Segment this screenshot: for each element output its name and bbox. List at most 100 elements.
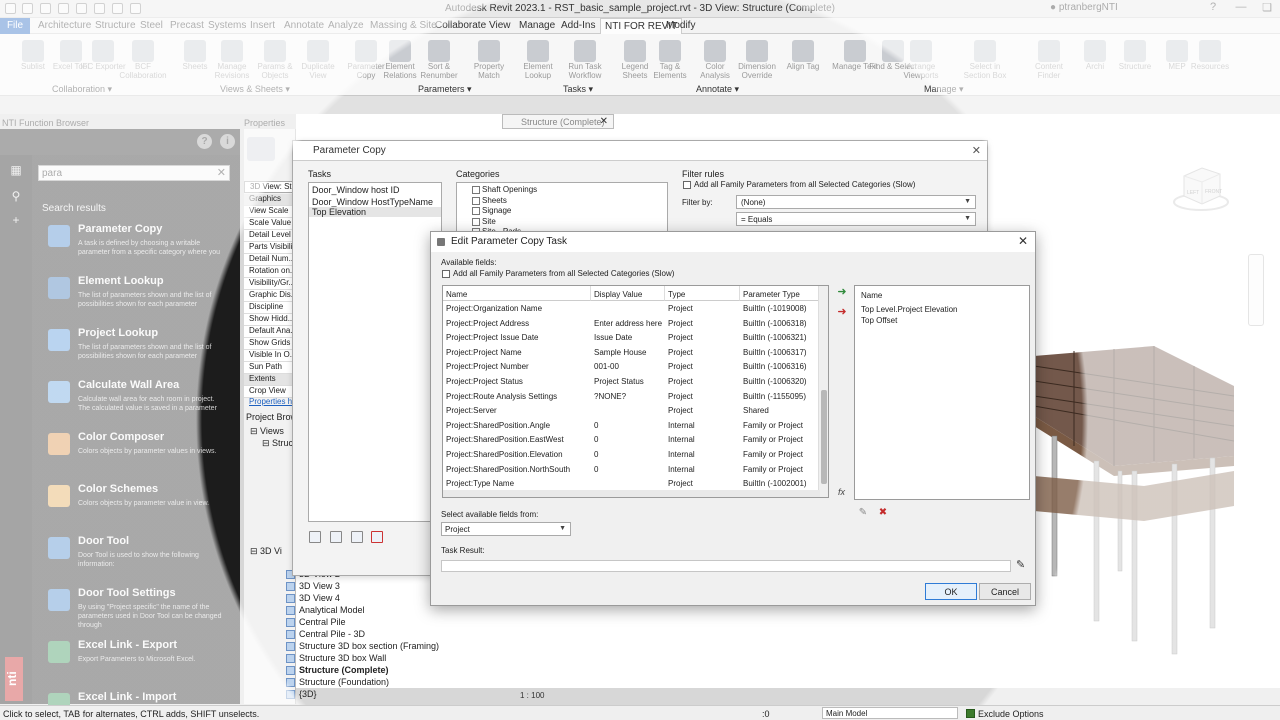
table-row[interactable]: Project:SharedPosition.NorthSouth 0 Intern… (443, 463, 818, 478)
project-browser-view-item[interactable]: 3D View 3 (299, 581, 340, 591)
category-checkbox[interactable] (472, 196, 480, 205)
ribbon-button-icon[interactable] (355, 40, 377, 62)
property-row[interactable]: Rotation on... (244, 266, 296, 278)
property-row[interactable]: Sun Path (244, 362, 296, 374)
ribbon-button-label[interactable]: Resources (1185, 62, 1235, 71)
tasks-list[interactable]: Door_Window host ID Door_Window HostType… (308, 182, 442, 522)
ribbon-button-label[interactable]: Tag & Elements (645, 62, 695, 80)
ribbon-button-icon[interactable] (527, 40, 549, 62)
tab-steel[interactable]: Steel (140, 20, 163, 31)
tree-node-3d-views[interactable]: ⊟ 3D Vi (250, 546, 282, 557)
nti-function-item[interactable]: Calculate Wall Area Calculate wall area f… (44, 379, 234, 427)
add-all-checkbox[interactable] (683, 181, 691, 189)
new-task-icon[interactable] (309, 531, 321, 543)
table-row[interactable]: Project:Route Analysis Settings ?NONE? Pro… (443, 390, 818, 405)
category-checkbox[interactable] (472, 217, 480, 226)
filter-by-select[interactable]: (None) ▼ (736, 195, 976, 209)
tab-systems[interactable]: Systems (208, 20, 246, 31)
close-icon[interactable]: ✕ (972, 144, 981, 157)
list-item[interactable]: Door_Window HostTypeName (312, 197, 433, 207)
tab-manage[interactable]: Manage (519, 20, 555, 31)
table-row[interactable]: Project:Project Name Sample House Project B… (443, 346, 818, 361)
ribbon-group-label[interactable]: Annotate ▾ (696, 84, 739, 95)
property-row[interactable]: Visible In O... (244, 350, 296, 362)
table-row[interactable]: Project:SharedPosition.Elevation 0 Interna… (443, 448, 818, 463)
property-row[interactable]: Detail Level (244, 230, 296, 242)
table-row[interactable]: Project:SharedPosition.Angle 0 Internal Fam… (443, 419, 818, 434)
ribbon-button-label[interactable]: Property Match (464, 62, 514, 80)
property-group-header[interactable]: Graphics (244, 194, 296, 206)
navigation-bar[interactable] (1248, 254, 1264, 326)
ribbon-button-icon[interactable] (1199, 40, 1221, 62)
property-row[interactable]: Parts Visibili (244, 242, 296, 254)
property-row[interactable]: Visibility/Gr... (244, 278, 296, 290)
nti-function-item[interactable]: Parameter Copy A task is defined by choos… (44, 223, 234, 271)
property-group-header[interactable]: Extents (244, 374, 296, 386)
tab-modify[interactable]: Modify (666, 20, 695, 31)
column-header-display-value[interactable]: Display Value (591, 286, 665, 301)
edit-pencil-icon[interactable]: ✎ (857, 507, 869, 519)
ribbon-button-icon[interactable] (389, 40, 411, 62)
tab-structure[interactable]: Structure (95, 20, 136, 31)
maximize-button[interactable]: ❏ (1254, 1, 1280, 17)
ribbon-button-icon[interactable] (92, 40, 114, 62)
close-icon[interactable]: ✕ (600, 116, 608, 127)
structure-3d-model[interactable] (1034, 346, 1234, 686)
table-row[interactable]: Project:SharedPosition.EastWest 0 Internal… (443, 433, 818, 448)
project-browser-view-item[interactable]: Analytical Model (299, 605, 365, 615)
ribbon-button-label[interactable]: Align Tag (778, 62, 828, 71)
help-icon[interactable]: ? (1200, 1, 1226, 17)
clear-search-icon[interactable]: ✕ (217, 166, 226, 179)
property-row[interactable]: View Scale (244, 206, 296, 218)
fx-icon[interactable]: fx (838, 487, 845, 497)
table-row[interactable]: Project:Project Address Enter address her… (443, 317, 818, 332)
add-icon[interactable]: + (9, 213, 23, 227)
table-row[interactable]: Project:Project Issue Date Issue Date Proj… (443, 331, 818, 346)
close-icon[interactable]: ✕ (1018, 234, 1028, 248)
ribbon-button-label[interactable]: Element Lookup (513, 62, 563, 80)
copy-task-icon[interactable] (330, 531, 342, 543)
ribbon-button-label[interactable]: Run Task Workflow (560, 62, 610, 80)
file-tab[interactable]: File (0, 18, 30, 34)
ribbon-button-icon[interactable] (792, 40, 814, 62)
table-vertical-scrollbar[interactable] (818, 286, 828, 497)
cancel-button[interactable]: Cancel (979, 583, 1031, 600)
remove-field-arrow-icon[interactable]: ➜ (835, 307, 849, 318)
tab-analyze[interactable]: Analyze (328, 20, 364, 31)
property-row[interactable]: Show Hidd... (244, 314, 296, 326)
nti-function-item[interactable]: Color Schemes Colors objects by parameter… (44, 483, 234, 531)
search-icon[interactable]: ⚲ (9, 189, 23, 203)
project-browser-view-item[interactable]: Structure (Foundation) (299, 677, 389, 687)
ribbon-button-label[interactable]: Select in Section Box (960, 62, 1010, 80)
ribbon-button-label[interactable]: Content Finder (1024, 62, 1074, 80)
table-row[interactable]: Project:Server Project Shared (443, 404, 818, 419)
ribbon-button-icon[interactable] (60, 40, 82, 62)
categories-list[interactable]: Shaft Openings Sheets Signage Site Site - Pa… (456, 182, 668, 232)
selected-fields-list[interactable]: Name Top Level.Project Elevation Top Off… (854, 285, 1030, 500)
source-select[interactable]: Project ▼ (441, 522, 571, 536)
project-browser-view-item[interactable]: Central Pile (299, 617, 346, 627)
tab-collaborate[interactable]: Collaborate (435, 20, 486, 31)
table-row[interactable]: Project:Project Status Project Status Proj… (443, 375, 818, 390)
tab-annotate[interactable]: Annotate (284, 20, 324, 31)
project-browser-view-item[interactable]: Structure (Complete) (299, 665, 389, 675)
ribbon-button-icon[interactable] (704, 40, 726, 62)
property-row[interactable]: Graphic Dis... (244, 290, 296, 302)
ribbon-group-label[interactable]: Views & Sheets ▾ (220, 84, 290, 95)
tab-view[interactable]: View (489, 20, 511, 31)
project-browser-view-item[interactable]: {3D} (299, 689, 317, 699)
nti-function-item[interactable]: Element Lookup The list of parameters sho… (44, 275, 234, 323)
tab-architecture[interactable]: Architecture (38, 20, 91, 31)
ribbon-button-label[interactable]: Dimension Override (732, 62, 782, 80)
ribbon-button-icon[interactable] (264, 40, 286, 62)
ribbon-button-icon[interactable] (1084, 40, 1106, 62)
tab-massing-site[interactable]: Massing & Site (370, 20, 437, 31)
nti-function-item[interactable]: Excel Link - Export Export Parameters to … (44, 639, 234, 687)
ribbon-button-label[interactable]: Duplicate View (293, 62, 343, 80)
nti-function-item[interactable]: Color Composer Colors objects by paramete… (44, 431, 234, 479)
ribbon-button-icon[interactable] (624, 40, 646, 62)
category-checkbox[interactable] (472, 186, 480, 194)
exclude-options-toggle[interactable]: Exclude Options (966, 709, 1044, 719)
property-row[interactable]: Detail Num... (244, 254, 296, 266)
help-button[interactable]: ? (197, 134, 212, 149)
